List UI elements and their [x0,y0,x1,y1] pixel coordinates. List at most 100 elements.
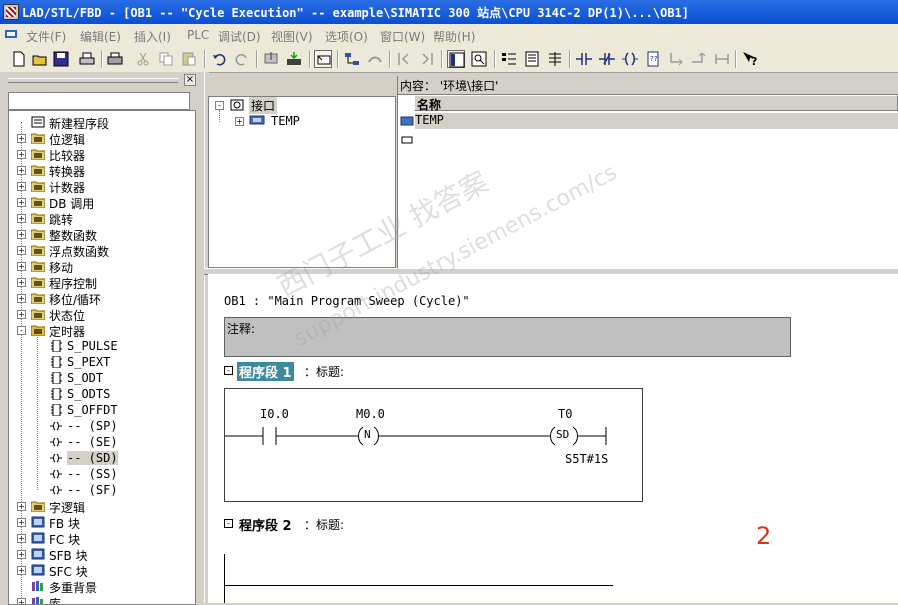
overview-icon[interactable] [314,50,332,68]
network1-title[interactable]: ：标题: [304,363,344,380]
negative-edge-coil[interactable]: N [364,428,371,441]
monitor-icon[interactable] [366,50,384,68]
help-icon[interactable]: ? [741,50,759,68]
expand-toggle[interactable]: + [17,214,26,223]
tree-item[interactable]: + SFB 块 [9,546,195,563]
print-icon[interactable] [78,50,96,68]
tree-item[interactable]: 多重背景 [9,578,195,595]
column-header-name[interactable]: 名称 [414,95,898,112]
paste-icon[interactable] [180,50,198,68]
connect-icon[interactable] [713,50,731,68]
temp-row[interactable]: TEMP [415,113,898,129]
step-back-icon[interactable] [395,50,413,68]
load-icon[interactable] [285,50,303,68]
tree-item[interactable]: -- (SS) [9,466,195,482]
tree-item[interactable]: -- (SP) [9,418,195,434]
fbd-view-icon[interactable] [470,50,488,68]
tree-item[interactable]: 新建程序段 [9,114,195,131]
branch-close-icon[interactable] [690,50,708,68]
menu-file[interactable]: 文件(F) [26,28,66,45]
document-menu-icon[interactable] [4,28,18,40]
tree-item[interactable]: S_OFFDT [9,402,195,418]
expand-toggle[interactable]: + [17,278,26,287]
tree-item[interactable]: + 整数函数 [9,226,195,243]
expand-toggle[interactable]: + [17,294,26,303]
tree-item[interactable]: + 状态位 [9,306,195,323]
tree-item[interactable]: -- (SE) [9,434,195,450]
tree-item[interactable]: S_PEXT [9,354,195,370]
timer-value[interactable]: S5T#1S [565,452,608,466]
block-title[interactable]: OB1 : "Main Program Sweep (Cycle)" [224,294,470,308]
box-icon[interactable]: ?? [644,50,662,68]
temp-label[interactable]: TEMP [271,114,300,128]
address-icon[interactable] [546,50,564,68]
expand-toggle[interactable]: + [17,566,26,575]
expand-toggle[interactable]: + [17,534,26,543]
undo-icon[interactable] [210,50,228,68]
cut-icon[interactable] [134,50,152,68]
tree-item[interactable]: + 字逻辑 [9,498,195,515]
expand-toggle[interactable]: + [17,198,26,207]
expand-toggle[interactable]: + [17,550,26,559]
redo-icon[interactable] [233,50,251,68]
expand-toggle[interactable]: + [17,182,26,191]
app-icon[interactable] [3,4,19,20]
tree-item[interactable]: S_ODT [9,370,195,386]
step-forward-icon[interactable] [418,50,436,68]
interface-root-label[interactable]: 接口 [249,97,278,114]
tree-item[interactable]: + 比较器 [9,146,195,163]
program-elements-icon[interactable] [500,50,518,68]
tree-item[interactable]: S_PULSE [9,338,195,354]
block-comment[interactable]: 注释: [224,317,791,357]
tree-item[interactable]: + FB 块 [9,514,195,531]
tree-item[interactable]: + 移动 [9,258,195,275]
tree-item[interactable]: + 转换器 [9,162,195,179]
contact1-address[interactable]: I0.0 [260,407,289,421]
expand-toggle[interactable]: + [17,262,26,271]
expand-toggle[interactable]: + [17,150,26,159]
network-icon[interactable] [343,50,361,68]
ladder-view-icon[interactable] [447,50,465,68]
expand-toggle[interactable]: + [17,310,26,319]
tree-item[interactable]: + 库 [9,594,195,604]
branch-open-icon[interactable] [667,50,685,68]
tree-item[interactable]: + 移位/循环 [9,290,195,307]
menu-view[interactable]: 视图(V) [271,28,313,45]
network1-label[interactable]: 程序段 1 [237,362,294,381]
menu-debug[interactable]: 调试(D) [218,28,261,45]
tree-item[interactable]: + 计数器 [9,178,195,195]
menu-help[interactable]: 帮助(H) [433,28,475,45]
expand-toggle[interactable]: + [17,502,26,511]
nc-contact-icon[interactable] [598,50,616,68]
expand-toggle[interactable]: + [17,518,26,527]
expand-toggle[interactable]: + [17,134,26,143]
panel-grip[interactable] [8,78,178,83]
tree-item[interactable]: -- (SD) [9,450,195,466]
menu-options[interactable]: 选项(O) [325,28,368,45]
download-icon[interactable] [262,50,280,68]
tree-item[interactable]: + SFC 块 [9,562,195,579]
contact2-address[interactable]: M0.0 [356,407,385,421]
tree-item[interactable]: + DB 调用 [9,194,195,211]
symbol-icon[interactable] [523,50,541,68]
tree-item[interactable]: S_ODTS [9,386,195,402]
menu-window[interactable]: 窗口(W) [380,28,425,45]
tree-item[interactable]: + 程序控制 [9,274,195,291]
menu-edit[interactable]: 编辑(E) [80,28,121,45]
interface-collapse-toggle[interactable]: - [215,101,224,110]
timer-address[interactable]: T0 [558,407,572,421]
expand-toggle[interactable]: + [17,166,26,175]
network2-collapse-toggle[interactable]: - [224,519,233,528]
tree-item[interactable]: + FC 块 [9,530,195,547]
tree-item[interactable]: - 定时器 [9,322,195,339]
print-preview-icon[interactable] [106,50,124,68]
menu-plc[interactable]: PLC [187,28,209,42]
coil-icon[interactable] [621,50,639,68]
network2-title[interactable]: ：标题: [304,516,344,533]
element-search-field[interactable] [8,92,190,110]
tree-item[interactable]: + 浮点数函数 [9,242,195,259]
close-icon[interactable]: × [184,74,196,86]
expand-toggle[interactable]: + [17,598,26,604]
save-icon[interactable] [52,50,70,68]
new-row-icon[interactable] [400,134,414,146]
